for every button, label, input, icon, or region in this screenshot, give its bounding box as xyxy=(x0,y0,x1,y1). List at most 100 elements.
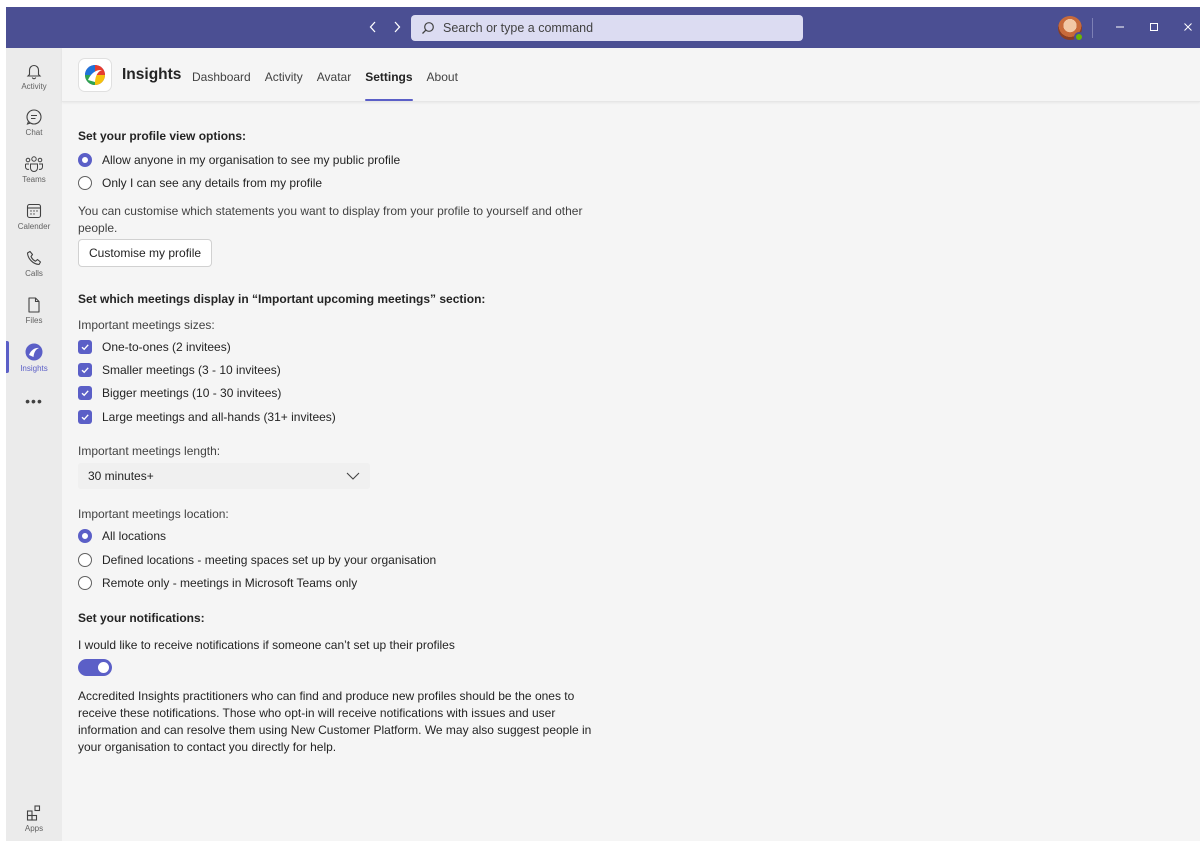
apps-icon xyxy=(26,804,41,821)
checkmark-icon xyxy=(81,344,89,351)
rail-item-files[interactable]: Files xyxy=(6,288,62,332)
more-apps-button[interactable]: ••• xyxy=(6,393,62,409)
file-icon xyxy=(28,296,40,313)
minimize-icon xyxy=(1116,26,1124,28)
maximize-button[interactable] xyxy=(1144,17,1164,37)
rail-item-apps[interactable]: Apps xyxy=(6,796,62,840)
location-option-all[interactable]: All locations xyxy=(78,529,166,543)
location-option-defined[interactable]: Defined locations - meeting spaces set u… xyxy=(78,553,436,567)
meetings-section-heading: Set which meetings display in “Important… xyxy=(78,292,486,306)
dropdown-value: 30 minutes+ xyxy=(88,469,154,483)
option-label: Smaller meetings (3 - 10 invitees) xyxy=(102,363,281,377)
close-button[interactable] xyxy=(1178,17,1198,37)
option-label: Only I can see any details from my profi… xyxy=(102,176,323,190)
checkmark-icon xyxy=(81,414,89,421)
user-avatar[interactable] xyxy=(1058,16,1084,42)
meeting-length-dropdown[interactable]: 30 minutes+ xyxy=(78,463,370,489)
rail-item-insights[interactable]: Insights xyxy=(6,335,62,379)
size-option-one-to-ones[interactable]: One-to-ones (2 invitees) xyxy=(78,340,231,354)
search-placeholder: Search or type a command xyxy=(443,21,594,35)
radio-unselected[interactable] xyxy=(78,576,92,590)
toggle-knob xyxy=(98,662,109,673)
option-label: All locations xyxy=(102,529,167,543)
presence-available-icon xyxy=(1074,32,1084,42)
app-title: Insights xyxy=(122,66,182,83)
rail-item-calendar[interactable]: Calender xyxy=(6,194,62,238)
checkmark-icon xyxy=(81,390,89,397)
tab-settings[interactable]: Settings xyxy=(365,48,413,102)
option-label: Large meetings and all-hands (31+ invite… xyxy=(102,410,336,424)
tab-dashboard[interactable]: Dashboard xyxy=(192,48,251,102)
rail-item-chat[interactable]: Chat xyxy=(6,100,62,144)
notifications-label: I would like to receive notifications if… xyxy=(78,638,455,652)
rail-label: Chat xyxy=(25,127,43,137)
profile-option-public[interactable]: Allow anyone in my organisation to see m… xyxy=(78,153,400,167)
search-icon xyxy=(422,22,434,34)
rail-label: Files xyxy=(25,315,43,325)
profile-description: You can customise which statements you w… xyxy=(78,204,583,235)
rail-label: Insights xyxy=(20,363,48,373)
checkbox-checked[interactable] xyxy=(78,340,92,354)
option-label: One-to-ones (2 invitees) xyxy=(102,340,231,354)
teams-icon xyxy=(25,155,43,172)
location-option-remote[interactable]: Remote only - meetings in Microsoft Team… xyxy=(78,576,357,590)
size-option-bigger[interactable]: Bigger meetings (10 - 30 invitees) xyxy=(78,386,281,400)
radio-selected[interactable] xyxy=(78,529,92,543)
rail-item-calls[interactable]: Calls xyxy=(6,241,62,285)
size-option-smaller[interactable]: Smaller meetings (3 - 10 invitees) xyxy=(78,363,281,377)
checkbox-checked[interactable] xyxy=(78,386,92,400)
option-label: Allow anyone in my organisation to see m… xyxy=(102,153,401,167)
rail-item-activity[interactable]: Activity xyxy=(6,54,62,98)
insights-logo xyxy=(79,59,111,91)
phone-icon xyxy=(26,250,42,265)
checkbox-checked[interactable] xyxy=(78,410,92,424)
calendar-icon xyxy=(26,203,42,218)
search-input[interactable]: Search or type a command xyxy=(411,15,803,41)
option-label: Bigger meetings (10 - 30 invitees) xyxy=(102,386,282,400)
profile-section-heading: Set your profile view options: xyxy=(78,129,247,143)
profile-option-private[interactable]: Only I can see any details from my profi… xyxy=(78,176,322,190)
teams-window: Search or type a command Activity Chat T… xyxy=(6,7,1200,841)
history-nav xyxy=(366,17,404,37)
tab-avatar[interactable]: Avatar xyxy=(317,48,351,102)
titlebar-divider xyxy=(1092,18,1093,38)
checkbox-checked[interactable] xyxy=(78,363,92,377)
chevron-right-icon xyxy=(394,21,401,33)
rail-item-teams[interactable]: Teams xyxy=(6,147,62,191)
close-icon xyxy=(1184,23,1192,31)
chat-icon xyxy=(26,108,42,125)
checkmark-icon xyxy=(81,367,89,374)
rail-label: Activity xyxy=(21,81,47,91)
app-rail: Activity Chat Teams Calender Calls Files… xyxy=(6,48,62,841)
notifications-description: Accredited Insights practitioners who ca… xyxy=(78,689,592,754)
option-label: Defined locations - meeting spaces set u… xyxy=(102,553,437,567)
tab-activity[interactable]: Activity xyxy=(265,48,303,102)
option-label: Remote only - meetings in Microsoft Team… xyxy=(102,576,358,590)
rail-label: Teams xyxy=(22,174,46,184)
rail-label: Calender xyxy=(17,221,51,231)
insights-icon xyxy=(25,343,43,360)
bell-icon xyxy=(26,64,42,79)
chevron-left-icon xyxy=(369,21,376,33)
settings-panel: Set your profile view options: Allow any… xyxy=(78,102,678,754)
maximize-icon xyxy=(1150,23,1158,31)
rail-label: Calls xyxy=(25,268,43,278)
customise-profile-button[interactable]: Customise my profile xyxy=(78,239,213,267)
tab-about[interactable]: About xyxy=(427,48,458,102)
radio-selected[interactable] xyxy=(78,153,92,167)
radio-unselected[interactable] xyxy=(78,553,92,567)
meeting-location-label: Important meetings location: xyxy=(78,507,229,521)
chevron-down-icon xyxy=(346,472,360,480)
title-bar: Search or type a command xyxy=(6,7,1200,48)
notifications-toggle[interactable] xyxy=(78,659,112,676)
notifications-section-heading: Set your notifications: xyxy=(78,611,205,625)
forward-button[interactable] xyxy=(390,17,404,37)
radio-unselected[interactable] xyxy=(78,176,92,190)
rail-label: Apps xyxy=(24,823,44,833)
size-option-large[interactable]: Large meetings and all-hands (31+ invite… xyxy=(78,410,336,424)
back-button[interactable] xyxy=(366,17,380,37)
meeting-sizes-label: Important meetings sizes: xyxy=(78,318,215,332)
minimize-button[interactable] xyxy=(1110,17,1130,37)
insights-logo-icon xyxy=(85,65,105,85)
meeting-length-label: Important meetings length: xyxy=(78,444,221,458)
